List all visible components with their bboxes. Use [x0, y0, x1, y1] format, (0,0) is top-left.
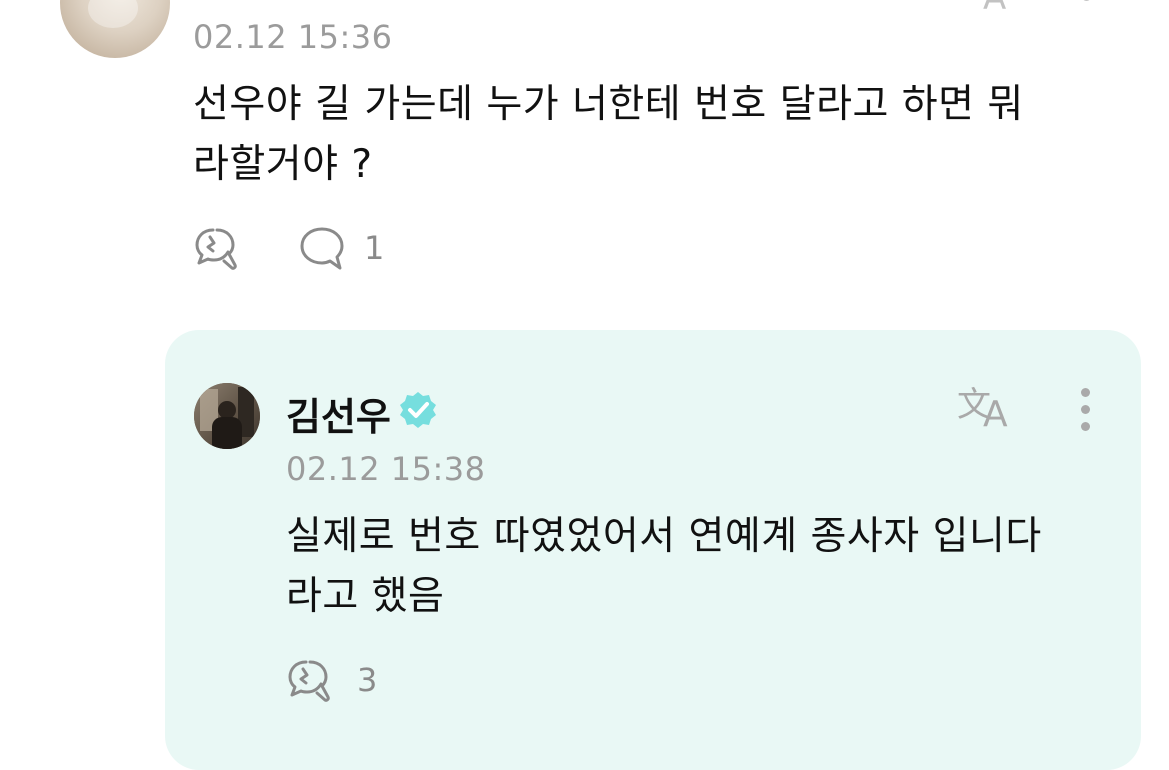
translate-icon[interactable]: 文 A: [955, 380, 1019, 439]
reply-timestamp: 02.12 15:38: [286, 450, 486, 488]
post-text-line-1: 선우야 길 가는데 누가 너한테 번호 달라고 하면 뭐: [193, 82, 1024, 127]
translate-icon[interactable]: A: [983, 0, 1006, 18]
like-bubble-icon: [195, 228, 237, 270]
author-avatar[interactable]: [60, 0, 170, 58]
reply-author-name[interactable]: 김선우: [286, 386, 391, 441]
post-text-line-2: 라할거야 ?: [193, 142, 373, 187]
comment-button[interactable]: [298, 226, 348, 272]
more-vertical-icon[interactable]: [1078, 388, 1094, 436]
reply-text-line-2: 라고 했음: [286, 574, 445, 619]
comment-count: 1: [364, 229, 385, 267]
reply-avatar[interactable]: [194, 383, 260, 449]
more-vertical-icon[interactable]: [1078, 0, 1094, 18]
svg-text:A: A: [983, 394, 1008, 430]
reply-like-button[interactable]: [286, 656, 340, 702]
reply-text-line-1: 실제로 번호 따였었어서 연예계 종사자 입니다: [286, 514, 1042, 559]
reply-like-count: 3: [357, 661, 378, 699]
comment-bubble-icon: [300, 227, 344, 270]
like-bubble-icon: [288, 660, 330, 702]
like-button[interactable]: [193, 224, 247, 270]
verified-badge-icon: [398, 390, 438, 430]
post-timestamp: 02.12 15:36: [193, 18, 393, 56]
